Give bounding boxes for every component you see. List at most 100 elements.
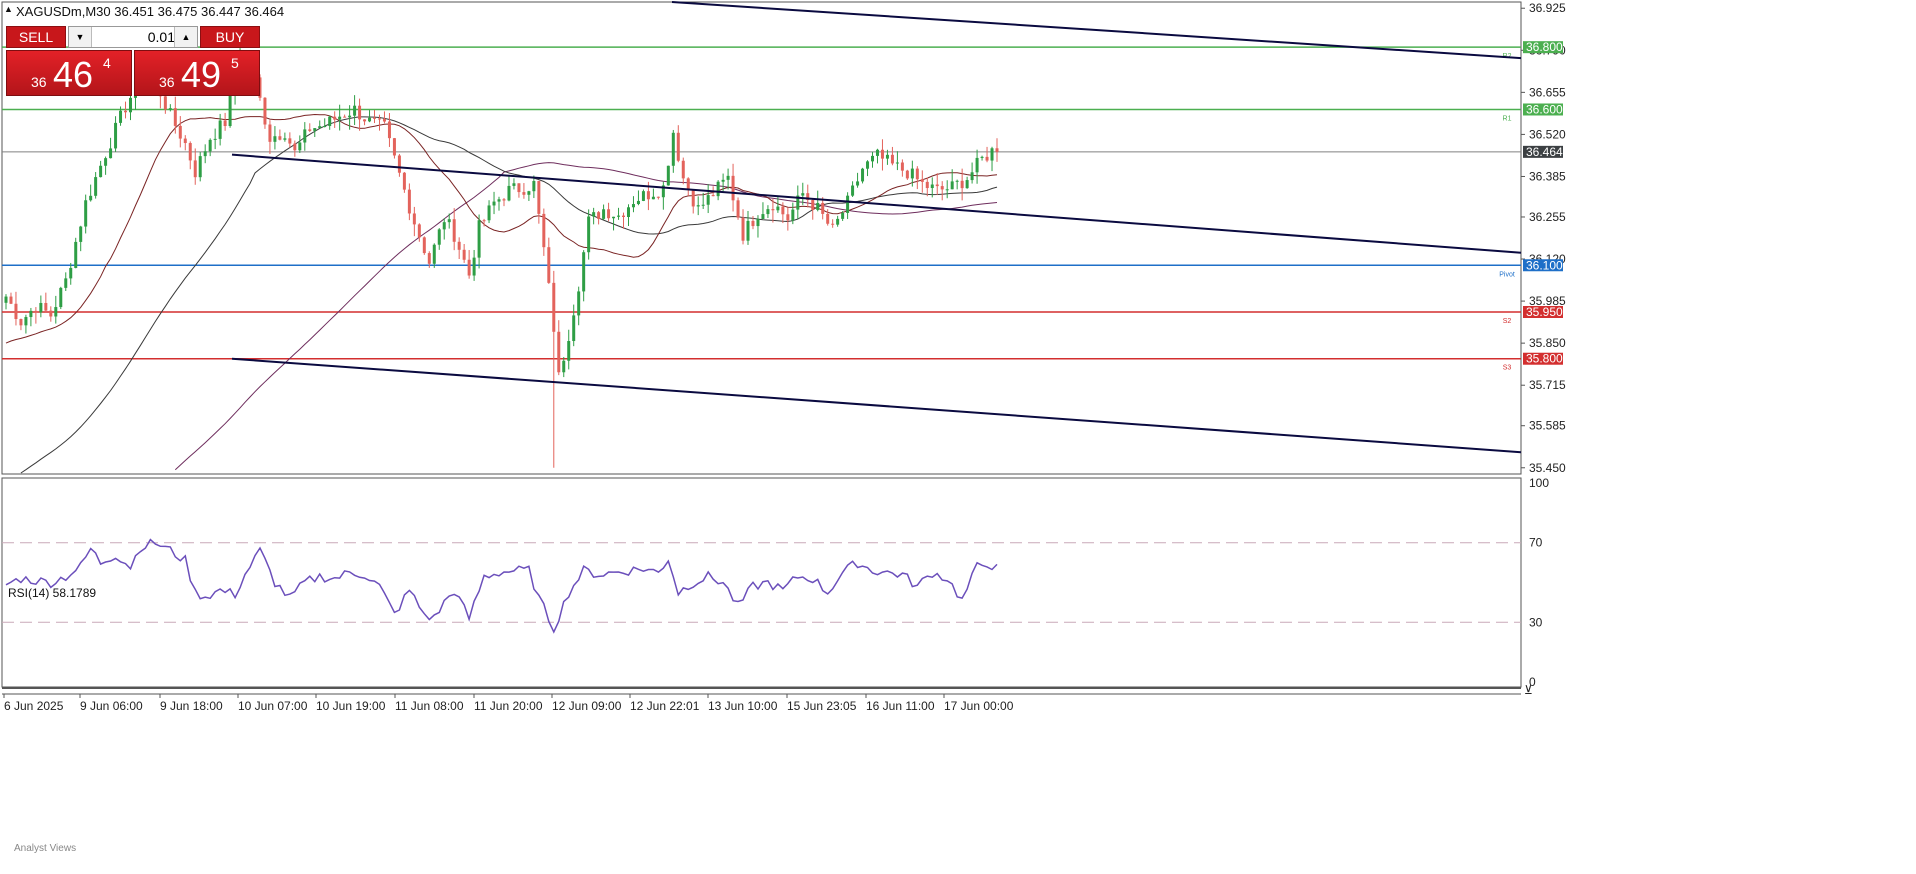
time-tick-label: 9 Jun 18:00: [160, 699, 223, 713]
candle-body: [348, 115, 352, 118]
candle-body: [178, 125, 182, 139]
candle-body: [537, 181, 541, 214]
candle-body: [472, 257, 476, 276]
candle-body: [965, 180, 969, 189]
candle-body: [34, 310, 38, 313]
candle-body: [930, 184, 934, 189]
time-tick-label: 13 Jun 10:00: [708, 699, 778, 713]
candle-body: [193, 160, 197, 178]
candle-body: [114, 122, 118, 149]
sell-price-big: 46: [53, 54, 94, 95]
candle-body: [427, 253, 431, 264]
candle-body: [412, 213, 416, 225]
chevron-up-icon[interactable]: ▲: [174, 27, 197, 47]
candle-body: [442, 222, 446, 230]
price-tick-label: 35.715: [1529, 378, 1566, 392]
candle-body: [940, 186, 944, 190]
time-tick-label: 12 Jun 22:01: [630, 699, 700, 713]
candle-body: [19, 319, 23, 326]
level-badge-label: 36.464: [1526, 145, 1563, 159]
candle-body: [990, 148, 994, 161]
price-tick-label: 36.655: [1529, 85, 1566, 99]
buy-button[interactable]: BUY: [200, 26, 260, 48]
candle-body: [343, 116, 347, 118]
candle-body: [402, 172, 406, 190]
candle-body: [223, 120, 227, 127]
candle-body: [651, 196, 655, 200]
candle-body: [382, 118, 386, 122]
candle-body: [542, 213, 546, 248]
candle-body: [517, 183, 521, 193]
candle-body: [198, 156, 202, 178]
level-badge-label: 36.800: [1526, 40, 1563, 54]
candle-body: [636, 200, 640, 205]
candle-body: [373, 117, 377, 119]
sell-button[interactable]: SELL: [6, 26, 66, 48]
candle-body: [841, 212, 845, 219]
candle-body: [960, 180, 964, 189]
candle-body: [701, 204, 705, 206]
candle-body: [407, 189, 411, 214]
candle-body: [776, 206, 780, 211]
candle-body: [218, 120, 222, 139]
candle-body: [308, 129, 312, 131]
candle-body: [59, 287, 63, 308]
candle-body: [333, 116, 337, 120]
candle-body: [910, 168, 914, 179]
candle-body: [49, 310, 53, 317]
candle-body: [716, 181, 720, 197]
chart-area[interactable]: R2R1PivotS2S3 6 Jun 20259 Jun 06:009 Jun…: [0, 0, 1916, 874]
triangle-up-icon[interactable]: ▲: [4, 4, 13, 14]
candle-body: [656, 196, 660, 198]
level-badge-label: 35.950: [1526, 305, 1563, 319]
candle-body: [771, 209, 775, 211]
candle-body: [24, 317, 28, 326]
candle-body: [477, 220, 481, 258]
candle-body: [512, 183, 516, 186]
candle-body: [363, 119, 367, 122]
candle-body: [766, 209, 770, 215]
candle-body: [861, 168, 865, 182]
candle-body: [587, 216, 591, 253]
candle-body: [497, 199, 501, 202]
analyst-views-tab[interactable]: Analyst Views: [14, 843, 76, 854]
chevron-down-icon[interactable]: ▼: [69, 27, 92, 47]
candle-body: [970, 172, 974, 181]
candle-body: [4, 296, 8, 303]
candle-body: [14, 303, 18, 320]
candle-body: [432, 244, 436, 264]
candle-body: [781, 206, 785, 215]
candle-body: [846, 195, 850, 213]
candle-body: [278, 136, 282, 140]
buy-price-prefix: 36: [159, 74, 175, 90]
candle-body: [751, 220, 755, 227]
candle-body: [786, 214, 790, 221]
candle-body: [880, 149, 884, 159]
candle-body: [811, 200, 815, 210]
candle-body: [552, 282, 556, 332]
candle-body: [935, 184, 939, 187]
level-tag-pivot: Pivot: [1499, 271, 1515, 278]
sell-price-button[interactable]: 36 46 4: [6, 50, 132, 96]
candle-body: [791, 209, 795, 221]
candle-body: [731, 175, 735, 201]
candle-body: [617, 215, 621, 217]
level-badge-label: 36.600: [1526, 102, 1563, 116]
candle-body: [417, 224, 421, 238]
lot-size-field[interactable]: ▼ ▲: [68, 26, 198, 48]
candle-body: [885, 154, 889, 159]
candle-body: [597, 212, 601, 219]
candle-body: [666, 165, 670, 186]
sell-price-prefix: 36: [31, 74, 47, 90]
candle-body: [746, 220, 750, 241]
candle-body: [79, 226, 83, 242]
buy-price-button[interactable]: 36 49 5: [134, 50, 260, 96]
candle-body: [94, 177, 98, 196]
candle-body: [607, 209, 611, 219]
candle-body: [387, 121, 391, 139]
candle-body: [447, 219, 451, 223]
time-tick-label: 10 Jun 07:00: [238, 699, 308, 713]
candle-body: [313, 128, 317, 131]
level-tag-s2: S2: [1503, 318, 1512, 325]
lot-size-input[interactable]: [93, 28, 177, 46]
